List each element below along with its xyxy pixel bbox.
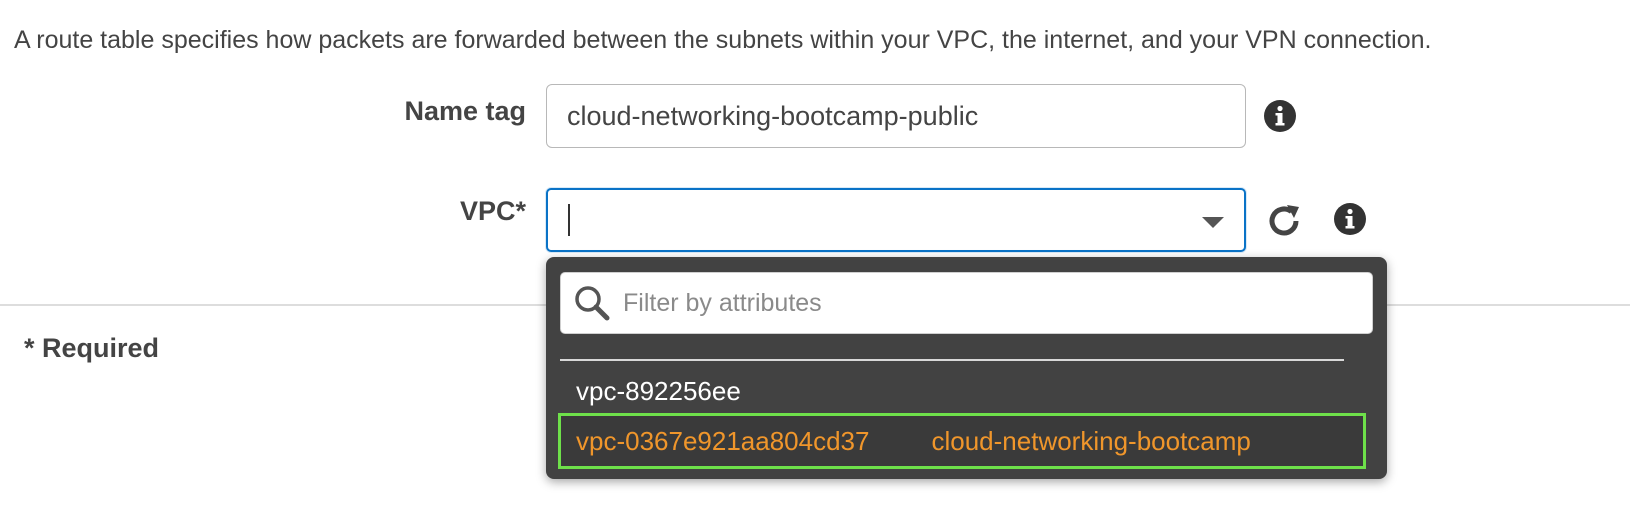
vpc-option[interactable]: vpc-892256ee bbox=[560, 365, 1360, 417]
vpc-info-icon[interactable] bbox=[1332, 201, 1368, 237]
vpc-label: VPC* bbox=[459, 196, 526, 226]
text-cursor bbox=[568, 204, 570, 236]
vpc-dropdown-menu: vpc-892256ee vpc-0367e921aa804cd37 cloud… bbox=[546, 257, 1387, 479]
name-tag-input[interactable]: cloud-networking-bootcamp-public bbox=[546, 84, 1246, 148]
vpc-option-highlighted[interactable]: vpc-0367e921aa804cd37 cloud-networking-b… bbox=[558, 413, 1366, 469]
vpc-option-id: vpc-0367e921aa804cd37 bbox=[576, 425, 870, 456]
name-tag-value: cloud-networking-bootcamp-public bbox=[567, 100, 979, 131]
create-route-table-form: A route table specifies how packets are … bbox=[0, 0, 1630, 522]
vpc-option-name: cloud-networking-bootcamp bbox=[931, 425, 1251, 456]
name-tag-info-icon[interactable] bbox=[1262, 98, 1298, 134]
filter-box[interactable] bbox=[560, 272, 1373, 334]
triangle-down-icon[interactable] bbox=[1202, 217, 1224, 228]
form-description: A route table specifies how packets are … bbox=[14, 26, 1432, 54]
name-tag-label: Name tag bbox=[404, 96, 526, 126]
search-icon bbox=[573, 284, 611, 322]
refresh-icon[interactable] bbox=[1264, 201, 1304, 241]
required-note: * Required bbox=[24, 333, 160, 363]
vpc-option-id: vpc-892256ee bbox=[576, 375, 741, 406]
dropdown-divider bbox=[560, 359, 1344, 361]
vpc-select[interactable] bbox=[546, 188, 1246, 252]
filter-input[interactable] bbox=[623, 288, 1323, 318]
